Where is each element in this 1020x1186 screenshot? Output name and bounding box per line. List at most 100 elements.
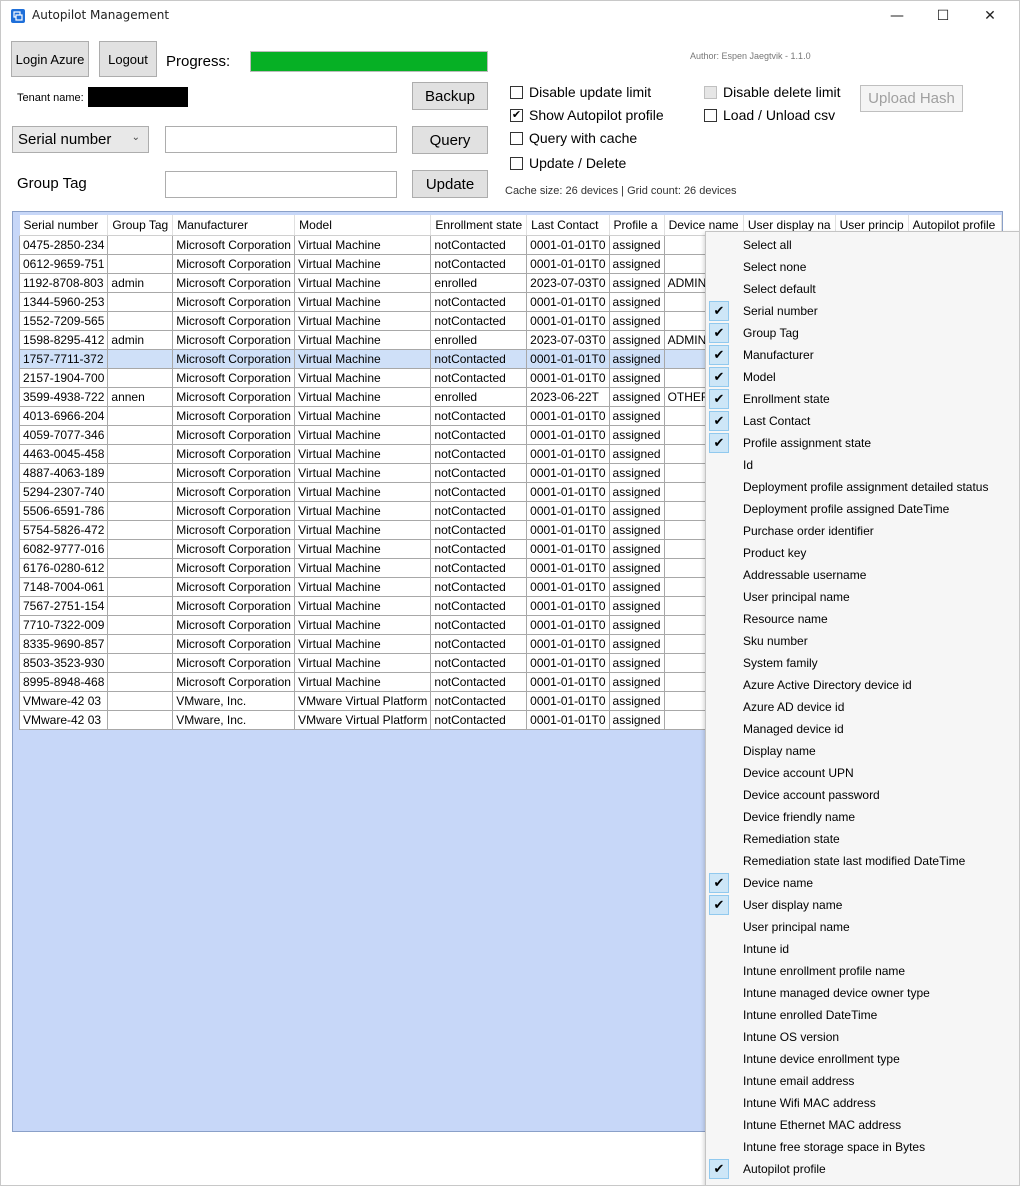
menu-item[interactable]: Product key bbox=[706, 542, 1019, 564]
title-bar[interactable]: Autopilot Management — ☐ ✕ bbox=[1, 1, 1019, 31]
menu-item[interactable]: Select default bbox=[706, 278, 1019, 300]
column-context-menu: Select all Select none Select default ✔ Seri… bbox=[705, 231, 1019, 1185]
menu-item[interactable]: Device account UPN bbox=[706, 762, 1019, 784]
menu-item[interactable]: Intune email address bbox=[706, 1070, 1019, 1092]
table-cell bbox=[107, 500, 174, 521]
menu-item[interactable]: ✔ Profile assignment state bbox=[706, 432, 1019, 454]
menu-item[interactable]: Addressable username bbox=[706, 564, 1019, 586]
table-cell: assigned bbox=[608, 576, 665, 597]
update-button[interactable]: Update bbox=[412, 170, 488, 198]
group-tag-input[interactable] bbox=[165, 171, 397, 198]
disable-update-limit-checkbox[interactable]: Disable update limit bbox=[510, 84, 651, 100]
menu-item[interactable]: Intune enrolled DateTime bbox=[706, 1004, 1019, 1026]
login-azure-button[interactable]: Login Azure bbox=[11, 41, 89, 77]
query-with-cache-checkbox[interactable]: Query with cache bbox=[510, 130, 637, 146]
table-cell bbox=[107, 519, 174, 540]
column-header[interactable]: Manufacturer bbox=[172, 215, 296, 236]
table-cell bbox=[107, 405, 174, 426]
menu-item[interactable]: ✔ Enrollment state bbox=[706, 388, 1019, 410]
column-header[interactable]: Serial number bbox=[19, 215, 109, 236]
menu-item[interactable]: Remediation state bbox=[706, 828, 1019, 850]
menu-item[interactable]: Display name bbox=[706, 740, 1019, 762]
menu-item[interactable]: Device friendly name bbox=[706, 806, 1019, 828]
menu-item[interactable]: Purchase order identifier bbox=[706, 520, 1019, 542]
menu-item[interactable]: ✔ Last Contact bbox=[706, 410, 1019, 432]
menu-item[interactable]: Deployment profile assignment detailed s… bbox=[706, 476, 1019, 498]
menu-item[interactable]: User principal name bbox=[706, 916, 1019, 938]
menu-item[interactable]: Intune id bbox=[706, 938, 1019, 960]
menu-item[interactable]: Intune managed device owner type bbox=[706, 982, 1019, 1004]
table-cell: Microsoft Corporation bbox=[172, 234, 296, 255]
menu-item[interactable]: Intune device enrollment type bbox=[706, 1048, 1019, 1070]
menu-item[interactable]: Intune free storage space in Bytes bbox=[706, 1136, 1019, 1158]
query-input[interactable] bbox=[165, 126, 397, 153]
menu-item-label: Deployment profile assignment detailed s… bbox=[743, 480, 989, 494]
table-cell: 8995-8948-468 bbox=[18, 671, 109, 692]
menu-item-label: Id bbox=[743, 458, 754, 472]
table-cell: VMware-42 03 bbox=[18, 709, 109, 730]
column-header[interactable]: Model bbox=[294, 215, 432, 236]
menu-item[interactable]: Deployment profile assigned DateTime bbox=[706, 498, 1019, 520]
show-autopilot-profile-checkbox[interactable]: ✔ Show Autopilot profile bbox=[510, 107, 664, 123]
table-cell: Virtual Machine bbox=[294, 253, 432, 274]
table-cell: 0001-01-01T0 bbox=[526, 576, 610, 597]
menu-item-label: Deployment profile assigned DateTime bbox=[743, 502, 950, 516]
maximize-button[interactable]: ☐ bbox=[920, 1, 966, 31]
menu-item[interactable]: Resource name bbox=[706, 608, 1019, 630]
column-header[interactable]: Enrollment state bbox=[430, 215, 528, 236]
menu-item[interactable]: ✔ Device name bbox=[706, 872, 1019, 894]
menu-item[interactable]: Intune Ethernet MAC address bbox=[706, 1114, 1019, 1136]
table-cell: notContacted bbox=[430, 462, 528, 483]
upload-hash-button[interactable]: Upload Hash bbox=[860, 85, 963, 112]
query-button[interactable]: Query bbox=[412, 126, 488, 154]
table-cell: 0001-01-01T0 bbox=[526, 348, 610, 369]
checkmark-icon: ✔ bbox=[709, 367, 729, 387]
table-cell: Virtual Machine bbox=[294, 443, 432, 464]
table-cell bbox=[107, 576, 174, 597]
checkbox-box bbox=[510, 156, 523, 170]
menu-item[interactable]: Select all bbox=[706, 234, 1019, 256]
close-button[interactable]: ✕ bbox=[967, 1, 1013, 31]
menu-item[interactable]: Sku number bbox=[706, 630, 1019, 652]
checkmark-icon: ✔ bbox=[709, 389, 729, 409]
menu-item[interactable]: Intune enrollment profile name bbox=[706, 960, 1019, 982]
menu-item[interactable]: ✔ Manufacturer bbox=[706, 344, 1019, 366]
logout-button[interactable]: Logout bbox=[99, 41, 157, 77]
column-header[interactable]: Last Contact bbox=[526, 215, 610, 236]
menu-item[interactable]: Remediation state last modified DateTime bbox=[706, 850, 1019, 872]
menu-item[interactable]: ✔ Model bbox=[706, 366, 1019, 388]
menu-item[interactable]: Id bbox=[706, 454, 1019, 476]
menu-item[interactable]: Managed device id bbox=[706, 718, 1019, 740]
menu-item[interactable]: ✔ Autopilot profile bbox=[706, 1158, 1019, 1180]
progress-label: Progress: bbox=[166, 53, 231, 70]
menu-item[interactable]: User principal name bbox=[706, 586, 1019, 608]
column-header[interactable]: Profile a bbox=[609, 215, 665, 236]
search-field-select[interactable]: Serial number ⌄ bbox=[12, 126, 149, 153]
menu-item[interactable]: Azure Active Directory device id bbox=[706, 674, 1019, 696]
update-delete-checkbox[interactable]: Update / Delete bbox=[510, 155, 626, 171]
menu-item[interactable]: Intune Wifi MAC address bbox=[706, 1092, 1019, 1114]
menu-item[interactable]: Device account password bbox=[706, 784, 1019, 806]
table-cell: 1757-7711-372 bbox=[18, 348, 109, 369]
column-header[interactable]: Group Tag bbox=[107, 215, 174, 236]
table-cell: 0001-01-01T0 bbox=[526, 557, 610, 578]
checkbox-box bbox=[510, 85, 523, 99]
menu-item[interactable]: ✔ User display name bbox=[706, 894, 1019, 916]
table-cell: 8335-9690-857 bbox=[18, 633, 109, 654]
table-cell: assigned bbox=[608, 538, 665, 559]
chevron-down-icon: ⌄ bbox=[131, 132, 140, 143]
menu-item[interactable]: System family bbox=[706, 652, 1019, 674]
table-cell: notContacted bbox=[430, 652, 528, 673]
menu-item[interactable]: ✔ Serial number bbox=[706, 300, 1019, 322]
disable-delete-limit-checkbox[interactable]: Disable delete limit bbox=[704, 84, 841, 100]
minimize-button[interactable]: — bbox=[874, 1, 920, 31]
table-cell: 0001-01-01T0 bbox=[526, 500, 610, 521]
menu-item-label: Purchase order identifier bbox=[743, 524, 874, 538]
menu-item[interactable]: ✔ Group Tag bbox=[706, 322, 1019, 344]
menu-item[interactable]: Azure AD device id bbox=[706, 696, 1019, 718]
load-unload-csv-checkbox[interactable]: Load / Unload csv bbox=[704, 107, 835, 123]
table-cell: Virtual Machine bbox=[294, 424, 432, 445]
backup-button[interactable]: Backup bbox=[412, 82, 488, 110]
menu-item[interactable]: Intune OS version bbox=[706, 1026, 1019, 1048]
menu-item[interactable]: Select none bbox=[706, 256, 1019, 278]
